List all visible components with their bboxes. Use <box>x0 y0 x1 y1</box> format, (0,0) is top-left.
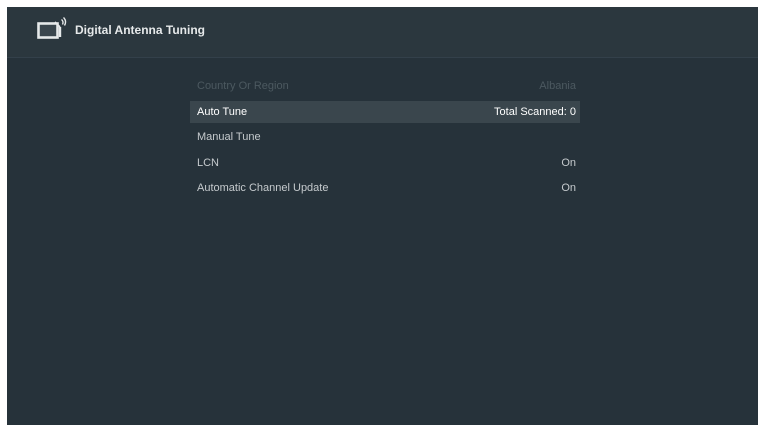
menu-item-country-or-region: Country Or Region Albania <box>190 75 580 97</box>
menu-item-value: Total Scanned: 0 <box>494 105 576 118</box>
settings-menu: Country Or Region Albania Auto Tune Tota… <box>190 75 580 203</box>
tv-settings-screen: Digital Antenna Tuning Country Or Region… <box>7 7 758 425</box>
menu-item-label: Automatic Channel Update <box>197 182 329 194</box>
menu-item-label: LCN <box>197 156 220 169</box>
menu-item-label: Manual Tune <box>197 131 261 143</box>
menu-item-value: Albania <box>539 80 576 92</box>
tv-antenna-icon <box>37 17 67 39</box>
menu-item-value: On <box>561 182 576 194</box>
menu-item-manual-tune[interactable]: Manual Tune <box>190 126 580 148</box>
header-bar: Digital Antenna Tuning <box>7 7 758 57</box>
header-divider <box>7 57 758 58</box>
menu-item-label: Country Or Region <box>197 80 289 92</box>
menu-item-lcn[interactable]: LCN On <box>190 152 580 174</box>
menu-item-label: Auto Tune <box>197 105 248 118</box>
menu-item-auto-tune[interactable]: Auto Tune Total Scanned: 0 <box>190 100 580 123</box>
menu-item-automatic-channel-update[interactable]: Automatic Channel Update On <box>190 177 580 199</box>
page-title: Digital Antenna Tuning <box>75 23 205 37</box>
menu-item-value: On <box>561 156 576 169</box>
